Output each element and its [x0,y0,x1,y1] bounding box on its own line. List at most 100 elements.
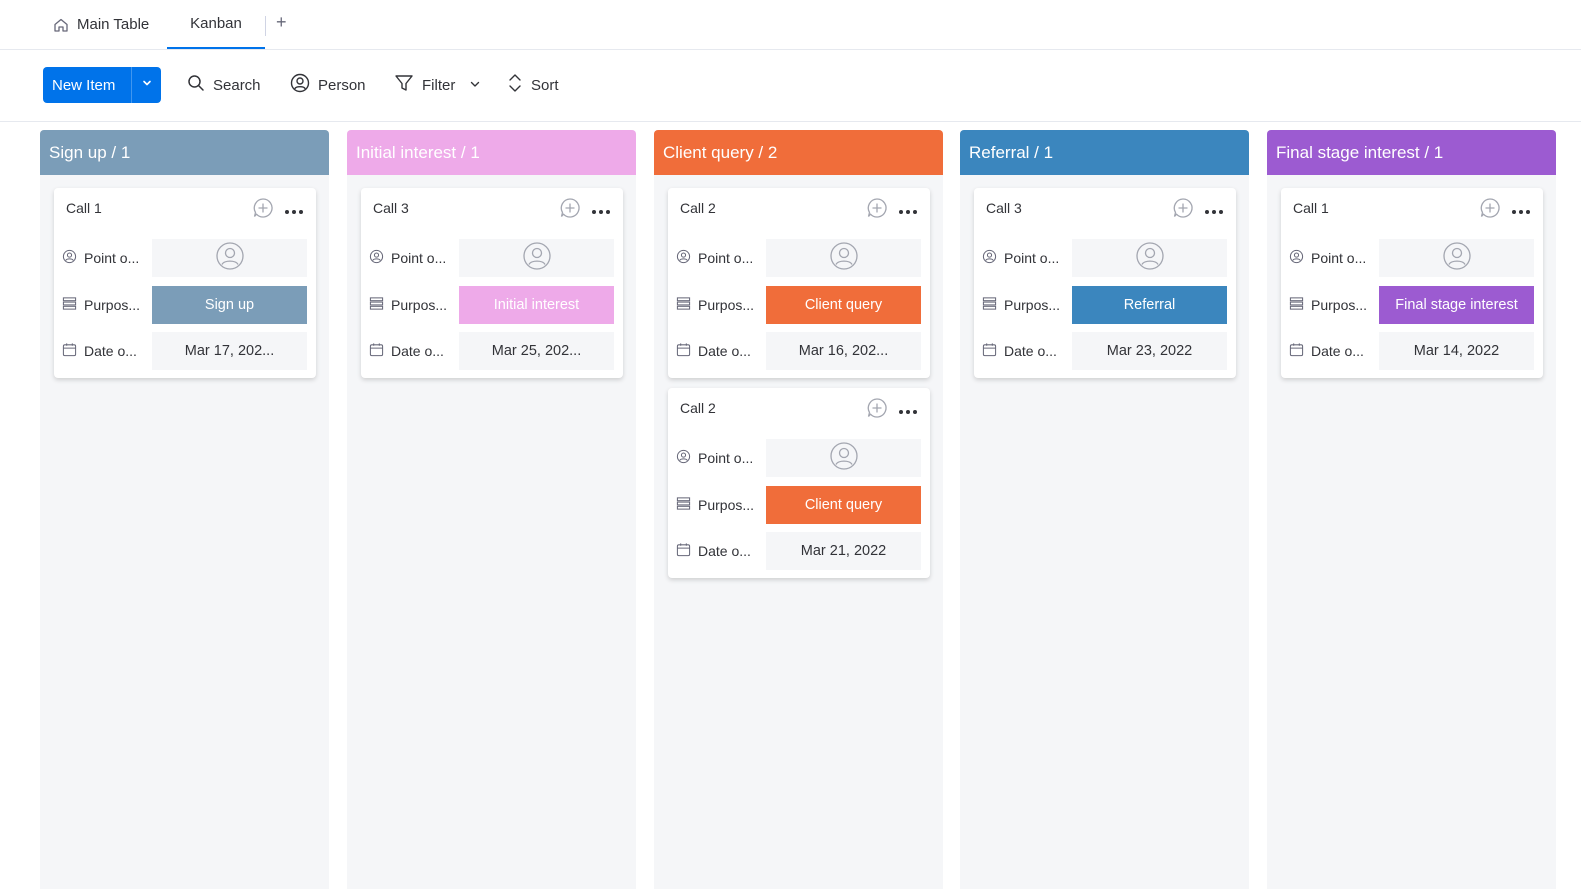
card-row-purpose: Purpos... Final stage interest [1281,286,1543,324]
purpose-label: Purpos... [1311,297,1368,313]
status-cell[interactable]: Client query [766,286,921,324]
row-label: Date o... [676,532,751,570]
more-options-icon[interactable] [1511,202,1531,220]
add-update-icon[interactable] [866,397,888,424]
date-label: Date o... [698,543,751,559]
status-value: Referral [1123,297,1176,313]
kanban-card[interactable]: Call 3 Point o... Purpos... Initial interes… [361,188,623,378]
new-item-button[interactable]: New Item [43,67,161,103]
status-cell[interactable]: Sign up [152,286,307,324]
date-value: Mar 14, 2022 [1413,343,1500,359]
more-options-icon[interactable] [898,202,918,220]
kanban-column: Sign up / 1 Call 1 Point o... Purpos... Sign… [40,130,329,889]
date-cell[interactable]: Mar 23, 2022 [1072,332,1227,370]
date-label: Date o... [1311,343,1364,359]
avatar-placeholder-icon [215,241,245,275]
sort-icon [507,73,523,97]
column-header[interactable]: Sign up / 1 [40,130,329,175]
card-title[interactable]: Call 2 [680,400,716,416]
point-of-contact-label: Point o... [391,250,447,266]
card-actions [559,197,611,224]
row-label: Point o... [62,239,139,277]
row-label: Date o... [1289,332,1364,370]
card-title[interactable]: Call 2 [680,200,716,216]
person-cell[interactable] [1072,239,1227,277]
card-title[interactable]: Call 3 [373,200,409,216]
kanban-column: Final stage interest / 1 Call 1 Point o...… [1267,130,1556,889]
tab-kanban[interactable]: Kanban [167,0,265,49]
date-cell[interactable]: Mar 25, 202... [459,332,614,370]
tab-main-table[interactable]: Main Table [53,0,149,49]
status-cell[interactable]: Client query [766,486,921,524]
new-item-dropdown[interactable] [131,67,161,103]
column-header[interactable]: Referral / 1 [960,130,1249,175]
filter-button[interactable]: Filter [394,72,481,98]
date-cell[interactable]: Mar 14, 2022 [1379,332,1534,370]
person-cell[interactable] [766,239,921,277]
purpose-label: Purpos... [1004,297,1061,313]
sort-button[interactable]: Sort [507,72,559,98]
card-row-person: Point o... [668,239,930,277]
date-cell[interactable]: Mar 17, 202... [152,332,307,370]
home-icon [53,17,69,33]
status-cell[interactable]: Referral [1072,286,1227,324]
card-title[interactable]: Call 1 [66,200,102,216]
column-header[interactable]: Final stage interest / 1 [1267,130,1556,175]
avatar-placeholder-icon [829,441,859,475]
purpose-label: Purpos... [698,497,755,513]
person-cell[interactable] [152,239,307,277]
person-cell[interactable] [1379,239,1534,277]
add-update-icon[interactable] [559,197,581,224]
search-icon [187,74,205,96]
card-title[interactable]: Call 1 [1293,200,1329,216]
more-options-icon[interactable] [591,202,611,220]
status-icon [676,296,691,314]
add-update-icon[interactable] [252,197,274,224]
search-button[interactable]: Search [187,72,261,98]
more-options-icon[interactable] [284,202,304,220]
filter-icon [394,73,414,97]
kanban-card[interactable]: Call 2 Point o... Purpos... Client query Dat… [668,388,930,578]
row-label: Point o... [676,439,753,477]
date-cell[interactable]: Mar 16, 202... [766,332,921,370]
row-label: Purpos... [676,286,754,324]
kanban-card[interactable]: Call 3 Point o... Purpos... Referral Date o.… [974,188,1236,378]
chevron-down-icon[interactable] [469,77,481,94]
add-view-button[interactable]: + [276,12,287,33]
person-cell[interactable] [766,439,921,477]
calendar-icon [1289,342,1304,360]
card-row-date: Date o... Mar 17, 202... [54,332,316,370]
card-row-purpose: Purpos... Client query [668,486,930,524]
card-row-purpose: Purpos... Client query [668,286,930,324]
date-cell[interactable]: Mar 21, 2022 [766,532,921,570]
tab-kanban-label: Kanban [190,15,242,32]
card-row-date: Date o... Mar 25, 202... [361,332,623,370]
status-cell[interactable]: Initial interest [459,286,614,324]
date-label: Date o... [391,343,444,359]
card-title[interactable]: Call 3 [986,200,1022,216]
add-update-icon[interactable] [1172,197,1194,224]
column-header[interactable]: Client query / 2 [654,130,943,175]
kanban-card[interactable]: Call 1 Point o... Purpos... Sign up Date o..… [54,188,316,378]
status-cell[interactable]: Final stage interest [1379,286,1534,324]
kanban-column: Initial interest / 1 Call 3 Point o... Purp… [347,130,636,889]
sort-label: Sort [531,76,559,94]
chevron-down-icon [141,76,153,94]
view-tabs: Main Table Kanban + [0,0,1581,50]
new-item-label: New Item [52,76,116,94]
add-update-icon[interactable] [1479,197,1501,224]
status-value: Sign up [204,297,255,313]
date-value: Mar 23, 2022 [1106,343,1193,359]
kanban-card[interactable]: Call 2 Point o... Purpos... Client query Dat… [668,188,930,378]
add-update-icon[interactable] [866,197,888,224]
column-header[interactable]: Initial interest / 1 [347,130,636,175]
person-filter-button[interactable]: Person [290,72,366,98]
status-icon [62,296,77,314]
card-row-date: Date o... Mar 16, 202... [668,332,930,370]
card-row-date: Date o... Mar 23, 2022 [974,332,1236,370]
person-cell[interactable] [459,239,614,277]
more-options-icon[interactable] [1204,202,1224,220]
kanban-card[interactable]: Call 1 Point o... Purpos... Final stage int… [1281,188,1543,378]
more-options-icon[interactable] [898,402,918,420]
point-of-contact-label: Point o... [84,250,140,266]
